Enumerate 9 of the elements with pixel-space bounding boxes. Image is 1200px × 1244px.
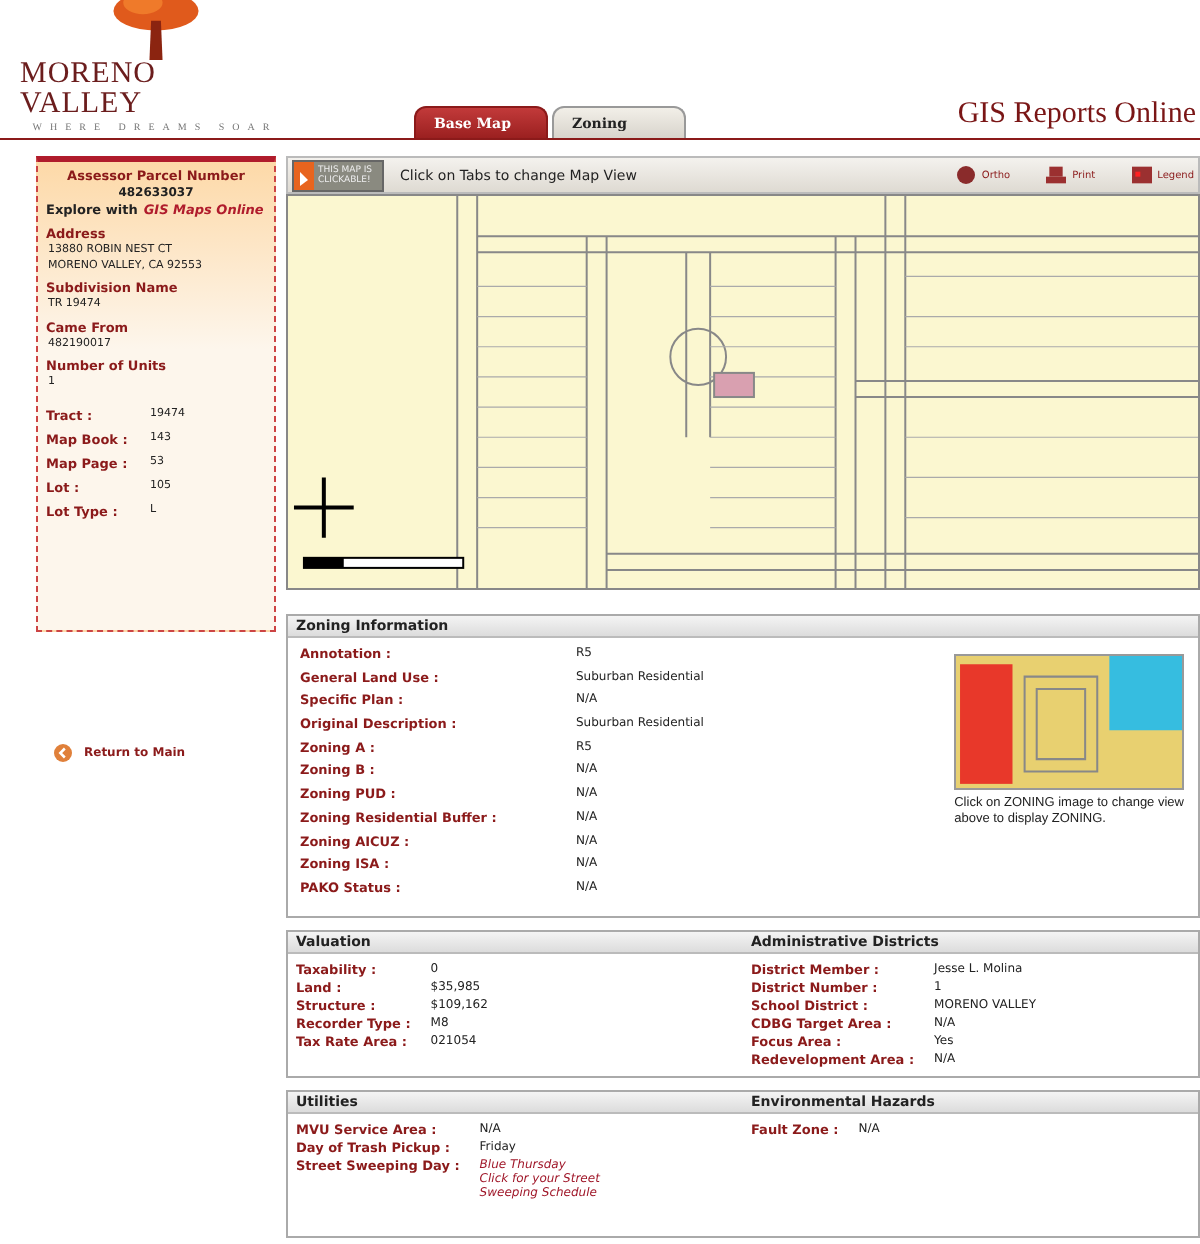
pointer-icon (294, 161, 314, 189)
legend-icon (1131, 166, 1152, 184)
printer-icon (1046, 166, 1067, 184)
page-title: GIS Reports Online (957, 98, 1196, 134)
back-arrow-icon (54, 744, 72, 762)
logo-name: MORENO VALLEY (20, 60, 159, 120)
street-map-drawing[interactable] (286, 194, 1200, 590)
globe-icon (955, 166, 976, 184)
zoning-map-drawing[interactable] (954, 654, 1185, 790)
